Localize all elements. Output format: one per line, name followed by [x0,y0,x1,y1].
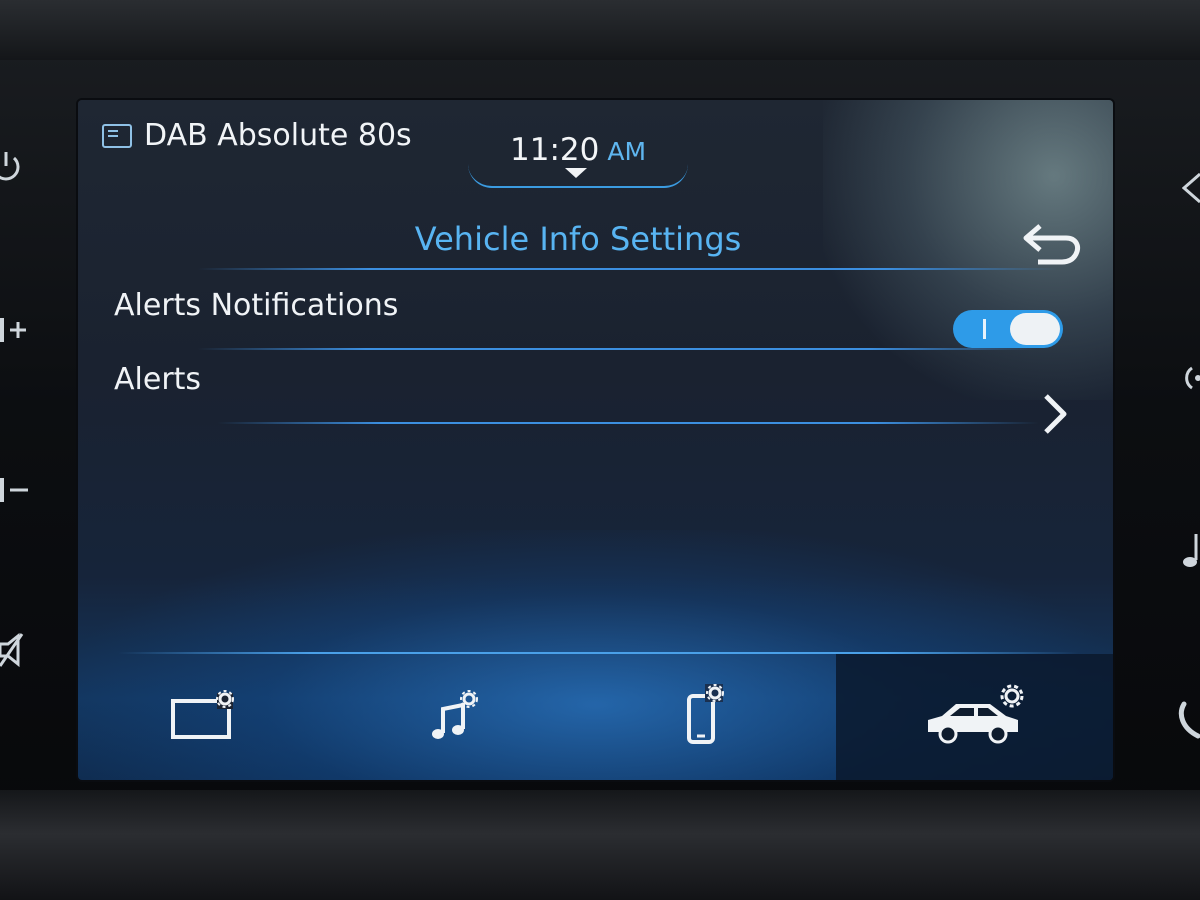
phone-gear-icon [687,684,724,744]
row-divider [218,422,1038,424]
volume-down-icon[interactable] [0,472,30,514]
phone-icon[interactable] [1178,700,1200,746]
bezel-top [0,0,1200,60]
row-divider [198,348,1038,350]
alerts-notifications-toggle[interactable] [953,310,1063,348]
media-icon[interactable] [1182,530,1200,576]
toggle-knob [1010,313,1060,345]
dab-radio-icon [102,123,132,148]
tab-sound-settings[interactable] [328,654,578,780]
tab-phone-settings[interactable] [578,654,828,780]
power-icon[interactable] [0,148,22,190]
settings-tab-bar [78,652,1113,780]
tab-vehicle-settings[interactable] [836,654,1113,780]
settings-row-label: Alerts Notifications [114,288,399,323]
clock-ampm: AM [607,137,647,166]
car-gear-icon [927,684,1023,744]
music-gear-icon [432,690,478,739]
home-icon[interactable] [1181,170,1200,212]
radio-icon[interactable] [1182,360,1200,402]
infotainment-screen: DAB Absolute 80s 11:20 AM Vehicle Info S… [78,100,1113,780]
audio-source[interactable]: DAB Absolute 80s [102,118,412,153]
chevron-down-icon[interactable] [565,168,587,178]
settings-row-label: Alerts [114,362,202,397]
bezel-bottom [0,790,1200,900]
title-divider [198,268,1058,270]
display-gear-icon [171,690,234,739]
settings-row-alerts[interactable]: Alerts [114,362,1074,422]
settings-row-alerts-notifications[interactable]: Alerts Notifications [114,288,1074,348]
page-title: Vehicle Info Settings [414,220,742,258]
clock-time: 11:20 [510,132,600,168]
toggle-on-mark [983,319,986,339]
tab-display-settings[interactable] [78,654,328,780]
back-arrow-icon [1023,224,1081,265]
back-button[interactable] [1018,218,1088,268]
mute-icon[interactable] [0,632,26,674]
audio-source-label: DAB Absolute 80s [144,118,412,153]
chevron-right-icon[interactable] [1028,390,1078,440]
clock: 11:20 AM [510,132,646,168]
volume-up-icon[interactable] [0,312,30,354]
